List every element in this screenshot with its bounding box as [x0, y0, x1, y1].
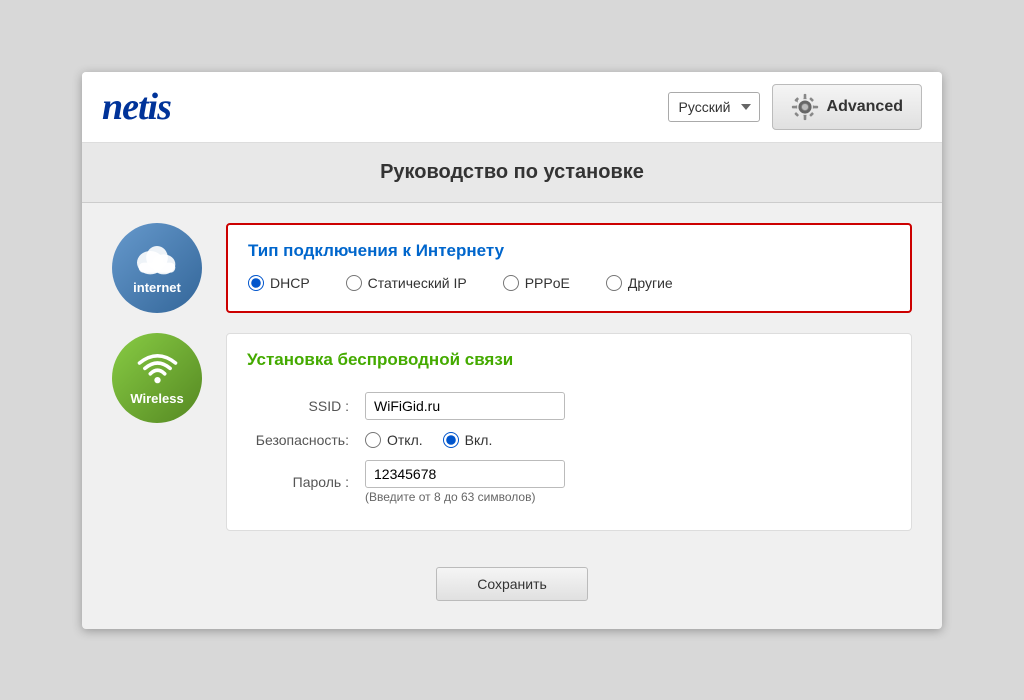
radio-dhcp-label: DHCP — [270, 275, 310, 291]
save-area: Сохранить — [112, 551, 912, 609]
header: netis Русский English — [82, 72, 942, 143]
gear-icon — [791, 93, 819, 121]
advanced-label: Advanced — [827, 98, 903, 116]
internet-icon: internet — [112, 223, 202, 313]
password-label: Пароль : — [247, 454, 357, 510]
ssid-input[interactable] — [365, 392, 565, 420]
wireless-section-title: Установка беспроводной связи — [247, 350, 891, 370]
logo: netis — [102, 85, 171, 129]
password-input[interactable] — [365, 460, 565, 488]
security-on-text: Вкл. — [465, 432, 493, 448]
wireless-section: Wireless Установка беспроводной связи SS… — [112, 333, 912, 531]
radio-pppoe-input[interactable] — [503, 275, 519, 291]
wireless-box: Установка беспроводной связи SSID : Безо… — [226, 333, 912, 531]
password-row: Пароль : (Введите от 8 до 63 символов) — [247, 454, 891, 510]
cloud-icon — [132, 241, 182, 276]
security-on-label[interactable]: Вкл. — [443, 432, 493, 448]
ssid-label: SSID : — [247, 386, 357, 426]
header-right: Русский English — [668, 84, 922, 130]
radio-other-label: Другие — [628, 275, 673, 291]
radio-static-input[interactable] — [346, 275, 362, 291]
save-button[interactable]: Сохранить — [436, 567, 588, 601]
security-off-text: Откл. — [387, 432, 423, 448]
page-title: Руководство по установке — [82, 143, 942, 203]
radio-static-label: Статический IP — [368, 275, 467, 291]
wifi-icon — [135, 350, 180, 385]
connection-type-row: DHCP Статический IP PPPoE Другие — [248, 275, 890, 291]
security-on-radio[interactable] — [443, 432, 459, 448]
language-select[interactable]: Русский English — [668, 92, 760, 122]
security-off-radio[interactable] — [365, 432, 381, 448]
internet-section: internet Тип подключения к Интернету DHC… — [112, 223, 912, 313]
radio-other[interactable]: Другие — [606, 275, 673, 291]
wireless-form: SSID : Безопасность: Откл. — [247, 386, 891, 510]
advanced-button[interactable]: Advanced — [772, 84, 922, 130]
security-row: Безопасность: Откл. Вкл. — [247, 426, 891, 454]
radio-dhcp[interactable]: DHCP — [248, 275, 310, 291]
radio-other-input[interactable] — [606, 275, 622, 291]
radio-dhcp-input[interactable] — [248, 275, 264, 291]
wireless-label: Wireless — [130, 391, 183, 406]
security-options: Откл. Вкл. — [365, 432, 883, 448]
content: internet Тип подключения к Интернету DHC… — [82, 203, 942, 629]
internet-box: Тип подключения к Интернету DHCP Статиче… — [226, 223, 912, 313]
ssid-row: SSID : — [247, 386, 891, 426]
main-container: netis Русский English — [82, 72, 942, 629]
password-hint: (Введите от 8 до 63 символов) — [365, 490, 883, 504]
radio-pppoe[interactable]: PPPoE — [503, 275, 570, 291]
security-label: Безопасность: — [247, 426, 357, 454]
internet-section-title: Тип подключения к Интернету — [248, 241, 890, 261]
internet-label: internet — [133, 280, 181, 295]
wireless-icon: Wireless — [112, 333, 202, 423]
radio-pppoe-label: PPPoE — [525, 275, 570, 291]
security-off-label[interactable]: Откл. — [365, 432, 423, 448]
radio-static[interactable]: Статический IP — [346, 275, 467, 291]
